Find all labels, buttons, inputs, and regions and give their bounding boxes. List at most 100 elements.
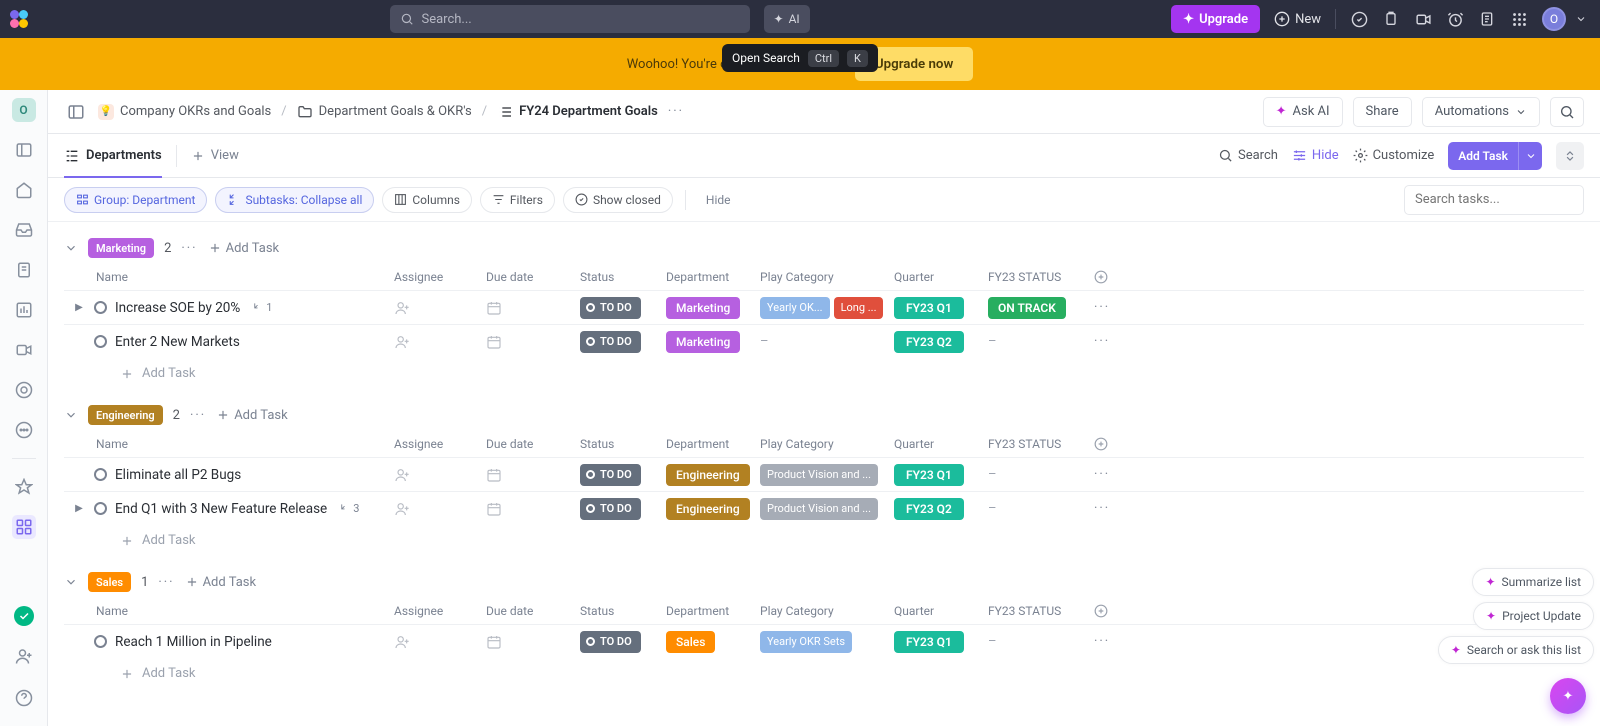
row-more[interactable]: ··· <box>1094 300 1122 315</box>
assignee-cell[interactable] <box>394 634 486 650</box>
col-play[interactable]: Play Category <box>760 270 894 284</box>
dept-pill[interactable]: Marketing <box>666 331 740 353</box>
status-dot[interactable] <box>94 502 107 515</box>
subtask-count[interactable]: 1 <box>252 301 272 314</box>
fy-cell[interactable]: – <box>988 634 1094 649</box>
sidebar-toggle-icon[interactable] <box>12 138 36 162</box>
col-fy23[interactable]: FY23 STATUS <box>988 270 1094 284</box>
col-assignee[interactable]: Assignee <box>394 604 486 618</box>
task-name[interactable]: Enter 2 New Markets <box>115 334 240 350</box>
chevron-down-icon[interactable] <box>1572 10 1590 28</box>
dept-pill[interactable]: Sales <box>666 631 715 653</box>
status-pill[interactable]: TO DO <box>580 498 641 520</box>
project-update-button[interactable]: ✦Project Update <box>1473 602 1594 630</box>
clipboard-icon[interactable] <box>1382 10 1400 28</box>
subtask-count[interactable]: 3 <box>339 502 359 515</box>
due-date-cell[interactable] <box>486 300 580 316</box>
more-icon[interactable]: ··· <box>190 408 206 423</box>
col-quarter[interactable]: Quarter <box>894 604 988 618</box>
collapse-all-button[interactable] <box>1556 142 1584 170</box>
add-task-button[interactable]: Add Task <box>1448 142 1542 170</box>
chip-columns[interactable]: Columns <box>382 187 472 213</box>
status-pill[interactable]: TO DO <box>580 464 641 486</box>
clickup-logo[interactable] <box>10 10 28 28</box>
status-dot[interactable] <box>94 301 107 314</box>
play-category-cell[interactable]: Product Vision and ... <box>760 464 894 486</box>
summarize-list-button[interactable]: ✦Summarize list <box>1472 568 1594 596</box>
breadcrumb-folder[interactable]: Department Goals & OKR's <box>297 104 472 120</box>
col-name[interactable]: Name <box>64 604 394 618</box>
col-name[interactable]: Name <box>64 437 394 451</box>
due-date-cell[interactable] <box>486 334 580 350</box>
chevron-down-icon[interactable] <box>64 241 78 255</box>
automations-button[interactable]: Automations <box>1422 97 1540 127</box>
task-name[interactable]: Increase SOE by 20% <box>115 300 240 316</box>
add-column[interactable] <box>1094 437 1122 451</box>
row-more[interactable]: ··· <box>1094 334 1122 349</box>
col-play[interactable]: Play Category <box>760 604 894 618</box>
more-icon[interactable]: ··· <box>181 241 197 256</box>
play-category-cell[interactable]: Product Vision and ... <box>760 498 894 520</box>
play-tag[interactable]: Yearly OK... <box>760 297 830 319</box>
panel-toggle-icon[interactable] <box>64 100 88 124</box>
chevron-down-icon[interactable] <box>1518 142 1542 170</box>
quarter-pill[interactable]: FY23 Q1 <box>894 297 964 319</box>
col-status[interactable]: Status <box>580 604 666 618</box>
view-hide[interactable]: Hide <box>1292 148 1339 163</box>
ai-trigger[interactable]: ✦ AI <box>764 5 810 33</box>
group-pill[interactable]: Marketing <box>88 238 154 258</box>
col-assignee[interactable]: Assignee <box>394 437 486 451</box>
play-category-cell[interactable]: Yearly OK...Long ... <box>760 297 894 319</box>
col-dept[interactable]: Department <box>666 270 760 284</box>
row-more[interactable]: ··· <box>1094 501 1122 516</box>
search-tasks-input[interactable] <box>1404 185 1584 215</box>
col-assignee[interactable]: Assignee <box>394 270 486 284</box>
due-date-cell[interactable] <box>486 501 580 517</box>
chip-subtasks[interactable]: Subtasks: Collapse all <box>215 187 374 213</box>
assignee-cell[interactable] <box>394 334 486 350</box>
ask-ai-button[interactable]: ✦ Ask AI <box>1263 97 1343 127</box>
more-icon[interactable]: ··· <box>158 575 174 590</box>
dept-pill[interactable]: Engineering <box>666 464 750 486</box>
status-ok-icon[interactable] <box>14 606 34 626</box>
task-name[interactable]: Eliminate all P2 Bugs <box>115 467 241 483</box>
breadcrumb-space[interactable]: 💡 Company OKRs and Goals <box>98 104 271 120</box>
fy-cell[interactable]: ON TRACK <box>988 297 1094 319</box>
task-row[interactable]: ▶ End Q1 with 3 New Feature Release 3 TO… <box>64 491 1584 525</box>
fy-cell[interactable]: – <box>988 467 1094 482</box>
dashboards-icon[interactable] <box>12 298 36 322</box>
col-play[interactable]: Play Category <box>760 437 894 451</box>
chip-group[interactable]: Group: Department <box>64 187 207 213</box>
group-add-task[interactable]: Add Task <box>208 241 280 256</box>
status-dot[interactable] <box>94 468 107 481</box>
row-more[interactable]: ··· <box>1094 634 1122 649</box>
more-icon[interactable] <box>12 418 36 442</box>
task-row[interactable]: Reach 1 Million in Pipeline TO DO Sales … <box>64 624 1584 658</box>
col-dept[interactable]: Department <box>666 604 760 618</box>
user-avatar[interactable]: O <box>1542 7 1566 31</box>
add-view[interactable]: View <box>191 134 239 178</box>
group-pill[interactable]: Sales <box>88 572 131 592</box>
dept-pill[interactable]: Marketing <box>666 297 740 319</box>
invite-icon[interactable] <box>12 644 36 668</box>
global-search[interactable]: Search... <box>390 5 750 33</box>
play-tag[interactable]: Product Vision and ... <box>760 498 878 520</box>
spaces-icon[interactable] <box>12 515 36 539</box>
goals-icon[interactable] <box>12 378 36 402</box>
docs-icon[interactable] <box>12 258 36 282</box>
dept-pill[interactable]: Engineering <box>666 498 750 520</box>
new-button[interactable]: New <box>1274 11 1321 27</box>
home-icon[interactable] <box>12 178 36 202</box>
search-ask-button[interactable]: ✦Search or ask this list <box>1438 636 1594 664</box>
ai-fab[interactable]: ✦ <box>1550 678 1586 714</box>
group-pill[interactable]: Engineering <box>88 405 163 425</box>
fy-cell[interactable]: – <box>988 501 1094 516</box>
quarter-pill[interactable]: FY23 Q1 <box>894 464 964 486</box>
assignee-cell[interactable] <box>394 300 486 316</box>
add-column[interactable] <box>1094 604 1122 618</box>
add-column[interactable] <box>1094 270 1122 284</box>
task-name[interactable]: Reach 1 Million in Pipeline <box>115 634 272 650</box>
task-name[interactable]: End Q1 with 3 New Feature Release <box>115 501 327 517</box>
star-icon[interactable] <box>12 475 36 499</box>
add-task-inline[interactable]: Add Task <box>64 658 1584 699</box>
